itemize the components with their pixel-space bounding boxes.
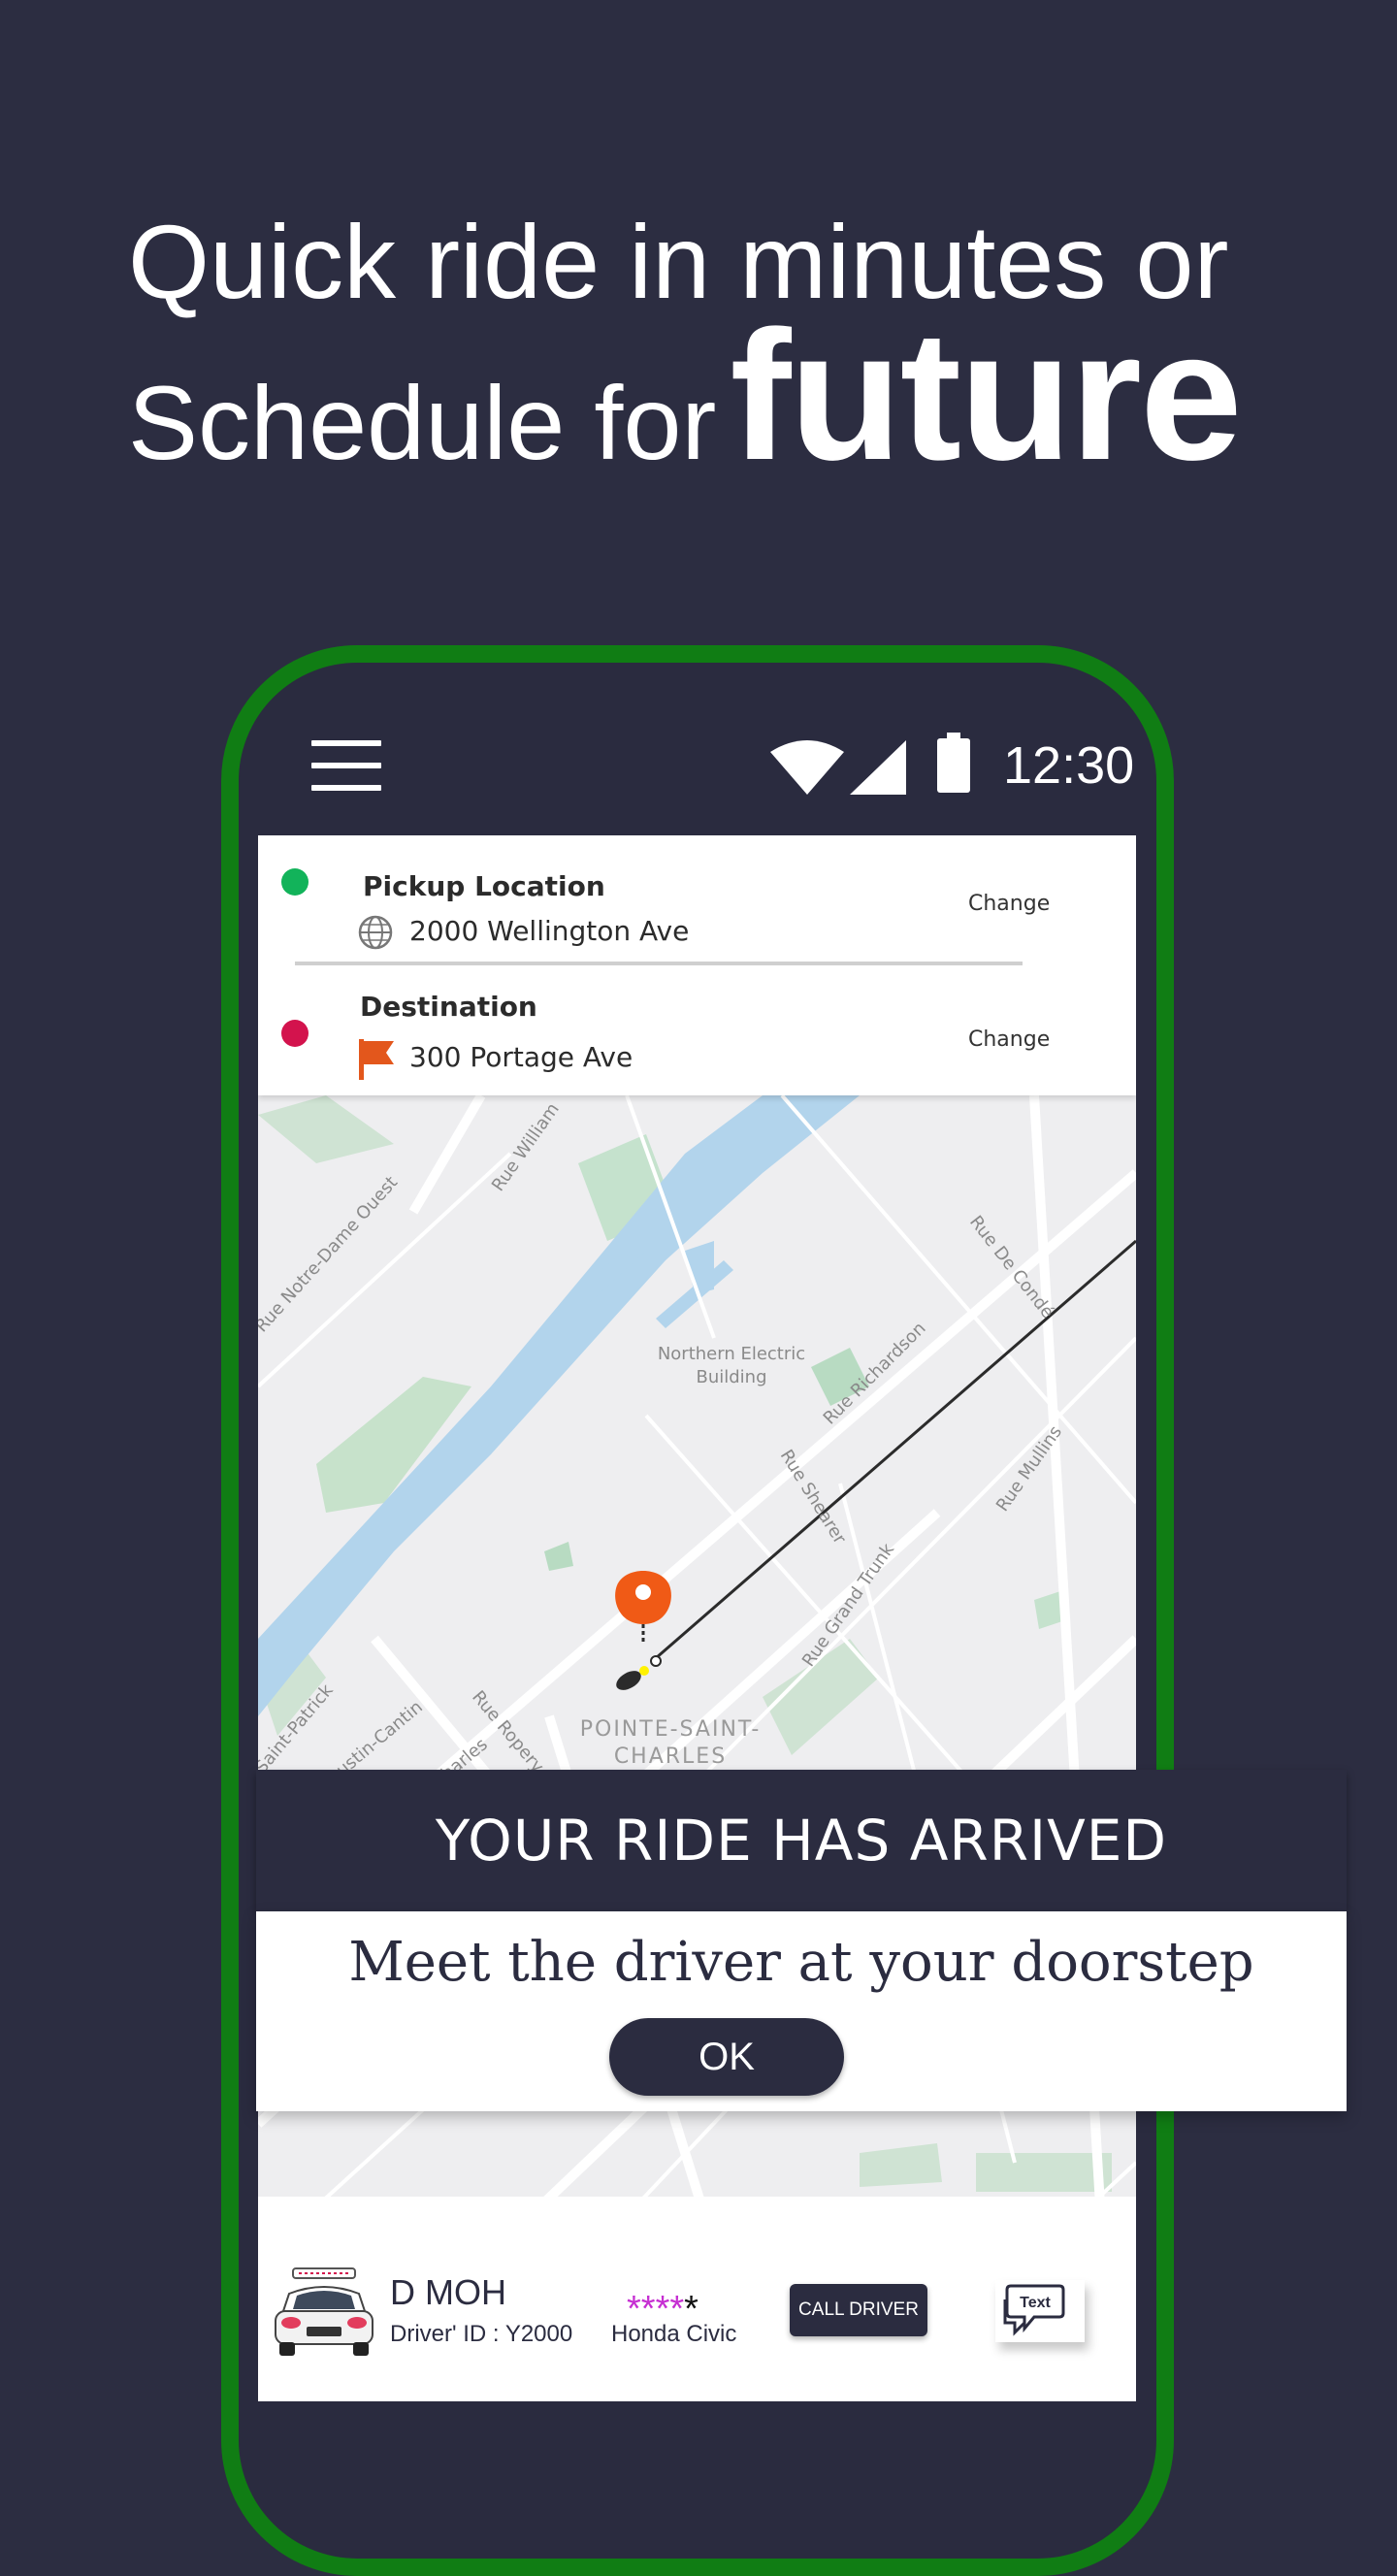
headline-line2-prefix: Schedule for — [128, 364, 717, 481]
headline-emphasis: future — [730, 293, 1242, 499]
driver-name: D MOH — [390, 2272, 506, 2312]
phone-frame: 12:30 Pickup Location 2000 Wellington Av… — [221, 645, 1174, 2576]
call-driver-button[interactable]: CALL DRIVER — [790, 2284, 927, 2336]
location-card: Pickup Location 2000 Wellington Ave Chan… — [258, 835, 1136, 1095]
map-label-northern-electric: Northern Electric — [658, 1344, 805, 1364]
wifi-icon — [770, 740, 844, 795]
headline-line2: Schedule forfuture — [128, 304, 1350, 488]
driver-id: Driver' ID : Y2000 — [390, 2321, 573, 2347]
app-screen: Pickup Location 2000 Wellington Ave Chan… — [258, 835, 1136, 2401]
location-divider — [295, 962, 1023, 965]
pickup-change-link[interactable]: Change — [968, 892, 1050, 916]
ride-arrived-dialog: Meet the driver at your doorstep OK — [256, 1911, 1347, 2111]
destination-dot — [281, 1020, 309, 1047]
destination-address: 300 Portage Ave — [409, 1041, 634, 1073]
globe-icon — [358, 915, 393, 950]
text-driver-button[interactable]: Text — [995, 2280, 1085, 2342]
driver-bar: D MOH Driver' ID : Y2000 ***** Honda Civ… — [258, 2197, 1136, 2401]
status-bar: 12:30 — [239, 663, 1156, 837]
car-icon — [275, 2267, 374, 2356]
destination-change-link[interactable]: Change — [968, 1027, 1050, 1052]
car-model: Honda Civic — [611, 2321, 737, 2347]
map-view[interactable]: Rue William Rue Notre-Dame Ouest Rue De … — [258, 1095, 1136, 2401]
headline: Quick ride in minutes or Schedule forfut… — [128, 204, 1350, 489]
map-label-pointe: POINTE-SAINT- — [580, 1717, 762, 1742]
status-time: 12:30 — [1003, 736, 1135, 795]
ride-arrived-banner: YOUR RIDE HAS ARRIVED — [256, 1770, 1347, 1911]
map-label-building: Building — [696, 1367, 766, 1387]
pickup-title: Pickup Location — [363, 870, 605, 902]
map-label-charles: CHARLES — [614, 1745, 727, 1769]
battery-icon — [937, 733, 970, 793]
ok-button[interactable]: OK — [609, 2018, 844, 2096]
pickup-dot — [281, 868, 309, 896]
ride-arrived-message: Meet the driver at your doorstep — [348, 1931, 1254, 1994]
pickup-address: 2000 Wellington Ave — [409, 915, 690, 947]
flag-icon — [359, 1039, 394, 1080]
ride-arrived-title: YOUR RIDE HAS ARRIVED — [435, 1808, 1168, 1874]
menu-icon[interactable] — [311, 740, 381, 791]
chat-icon-label: Text — [1020, 2295, 1051, 2311]
chat-icon: Text — [1003, 2284, 1065, 2336]
signal-icon — [850, 740, 906, 795]
destination-title: Destination — [360, 991, 537, 1023]
